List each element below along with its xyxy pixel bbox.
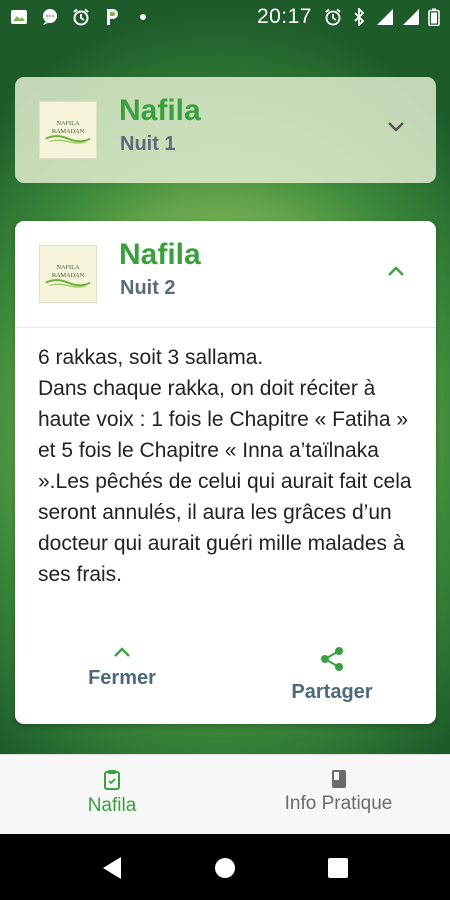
nav-label: Nafila <box>87 795 137 816</box>
share-button[interactable]: Partager <box>267 645 397 704</box>
recents-icon[interactable] <box>327 856 349 880</box>
status-bar: 20:17 <box>0 0 450 34</box>
gallery-icon <box>11 10 27 24</box>
system-navigation-bar <box>0 834 450 900</box>
battery-icon <box>428 8 440 26</box>
divider <box>15 327 436 328</box>
signal-icon <box>403 9 419 25</box>
dot-icon <box>140 14 146 20</box>
clipboard-icon <box>104 770 120 790</box>
nav-item-info-pratique[interactable]: Info Pratique <box>266 769 411 815</box>
card-subtitle: Nuit 2 <box>120 277 176 299</box>
card-header[interactable]: NAFILA RAMADAN Nafila Nuit 1 <box>15 77 436 183</box>
book-icon <box>331 770 346 788</box>
logo-text-1: NAFILA <box>57 264 80 271</box>
chevron-up-icon <box>114 647 130 657</box>
nav-label: Info Pratique <box>284 793 393 814</box>
logo-text-2: RAMADAN <box>52 128 85 135</box>
chevron-up-icon[interactable] <box>386 264 406 278</box>
chevron-down-icon[interactable] <box>386 120 406 134</box>
card-title: Nafila <box>119 94 201 127</box>
clock: 20:17 <box>256 5 312 28</box>
nafila-card-nuit-2: NAFILA RAMADAN Nafila Nuit 2 6 rakkas, s… <box>15 221 436 724</box>
close-button[interactable]: Fermer <box>72 645 172 690</box>
nafila-ramadan-logo: NAFILA RAMADAN <box>39 101 97 159</box>
logo-text-2: RAMADAN <box>52 272 85 279</box>
home-icon[interactable] <box>214 856 236 880</box>
back-icon[interactable] <box>101 856 123 880</box>
parking-icon <box>107 9 118 25</box>
nafila-card-nuit-1[interactable]: NAFILA RAMADAN Nafila Nuit 1 <box>15 77 436 183</box>
share-icon <box>321 647 343 671</box>
nafila-ramadan-logo: NAFILA RAMADAN <box>39 245 97 303</box>
chat-icon <box>43 9 57 25</box>
alarm-icon <box>325 8 341 26</box>
card-subtitle: Nuit 1 <box>120 133 176 155</box>
close-label: Fermer <box>88 667 156 689</box>
share-label: Partager <box>291 681 373 703</box>
card-body-text: 6 rakkas, soit 3 sallama. Dans chaque ra… <box>38 346 412 586</box>
bluetooth-icon <box>354 8 365 26</box>
nav-item-nafila[interactable]: Nafila <box>62 769 162 817</box>
alarm-icon <box>73 8 89 26</box>
card-header[interactable]: NAFILA RAMADAN Nafila Nuit 2 <box>15 221 436 327</box>
logo-text-1: NAFILA <box>57 120 80 127</box>
card-title: Nafila <box>119 238 201 271</box>
signal-icon <box>377 9 393 25</box>
bottom-navigation: Nafila Info Pratique <box>0 754 450 834</box>
